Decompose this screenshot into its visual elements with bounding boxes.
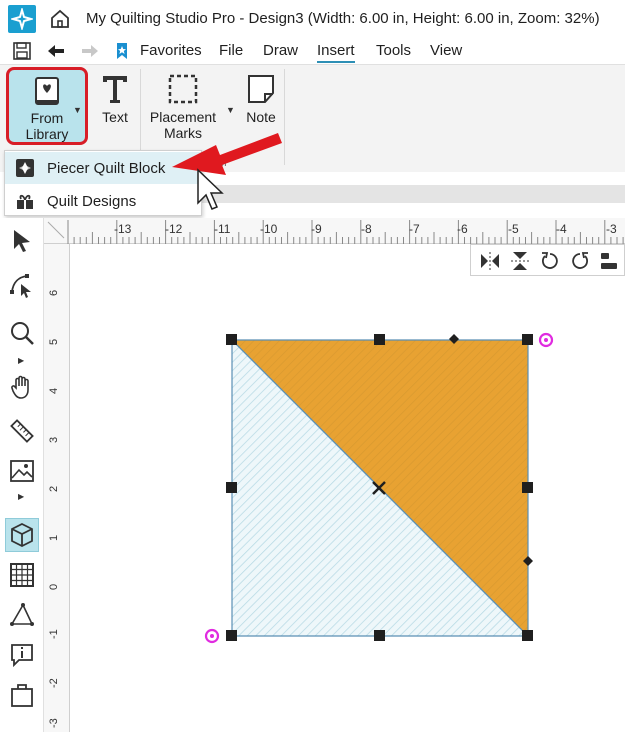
menu-file[interactable]: File [219,42,243,59]
from-library-line2: Library [25,126,69,142]
pan-hand-icon [11,375,29,399]
menu-tools[interactable]: Tools [376,42,411,59]
ruler-top-label: -3 [606,222,617,236]
menu-bar: Favorites File Draw Insert Tools View [0,38,625,64]
ruler-top: -13 -12 -11 -10 -9 -8 -7 -6 -5 -4 -3 [44,218,625,244]
menu-favorites[interactable]: Favorites [140,42,202,59]
ruler-left: 6 5 4 3 2 1 0 -1 -2 -3 [44,244,70,732]
page-icon [11,684,33,707]
zoom-expand-icon[interactable]: ▶ [18,356,24,365]
pan-tool[interactable] [5,370,39,404]
image-expand-icon[interactable]: ▶ [18,492,24,501]
zoom-tool[interactable] [5,316,39,350]
zoom-icon [11,322,34,345]
ruler-left-label: -1 [48,629,60,639]
image-icon [10,460,34,482]
menu-insert[interactable]: Insert [317,42,355,63]
ruler-top-label: -4 [556,222,567,236]
ruler-top-label: -13 [114,222,132,236]
note-icon [248,75,274,103]
mouse-cursor-icon [197,168,224,210]
grid-icon [10,563,34,587]
favorites-bookmark-icon[interactable] [112,41,132,61]
ruler-top-label: -11 [214,222,231,236]
text-button[interactable]: Text [96,73,134,125]
library-book-icon [35,77,59,105]
page-tool[interactable] [5,678,39,712]
ruler-left-label: 1 [48,534,60,541]
ruler-left-label: 4 [48,387,60,394]
title-bar: My Quilting Studio Pro - Design3 (Width:… [0,0,625,38]
placement-marks-icon [168,74,198,104]
ruler-top-label: -6 [457,222,468,236]
ruler-left-label: -3 [48,718,60,728]
placement-marks-dropdown-icon[interactable]: ▼ [226,105,235,115]
select-tool[interactable] [5,224,39,258]
triangle-icon [10,603,34,626]
callout-arrow [172,133,282,210]
ruler-top-label: -10 [260,222,278,236]
info-note-icon [11,644,33,668]
node-edit-icon [10,274,31,298]
quilt-designs-icon [17,194,33,209]
ruler-left-label: 2 [48,485,60,492]
from-library-dropdown-icon[interactable]: ▼ [73,105,82,115]
triangle-tool[interactable] [5,598,39,632]
image-tool[interactable] [5,454,39,488]
menu-draw[interactable]: Draw [263,42,298,59]
left-toolbar: ▶ ▶ [0,218,44,732]
redo-arrow-icon[interactable] [80,41,100,61]
save-icon[interactable] [12,41,32,61]
measure-tool[interactable] [5,414,39,448]
text-t-icon [103,76,127,103]
menu-view[interactable]: View [430,42,462,59]
home-icon[interactable] [48,7,72,31]
window-title: My Quilting Studio Pro - Design3 (Width:… [86,10,600,27]
measure-ruler-icon [10,419,34,443]
ruler-top-label: -7 [409,222,420,236]
from-library-line1: From [30,110,64,126]
grid-tool[interactable] [5,558,39,592]
node-edit-tool[interactable] [5,268,39,302]
ruler-left-label: -2 [48,678,60,688]
dropdown-item-label: Piecer Quilt Block [47,159,166,177]
ruler-top-label: -12 [165,222,183,236]
ruler-left-label: 3 [48,436,60,443]
ruler-top-label: -8 [361,222,372,236]
ruler-left-label: 5 [48,338,60,345]
block-tool[interactable] [5,518,39,552]
block-3d-icon [11,522,33,548]
piecer-block-icon [16,159,34,177]
ruler-top-label: -9 [311,222,322,236]
ruler-left-label: 6 [48,289,60,296]
select-arrow-icon [14,230,30,252]
ruler-top-label: -5 [508,222,519,236]
dropdown-item-label: Quilt Designs [47,192,137,210]
app-logo-icon [8,5,36,33]
text-label: Text [102,109,128,125]
undo-arrow-icon[interactable] [46,41,66,61]
design-canvas[interactable] [70,244,625,732]
info-note-tool[interactable] [5,638,39,672]
ruler-left-label: 0 [48,583,60,590]
